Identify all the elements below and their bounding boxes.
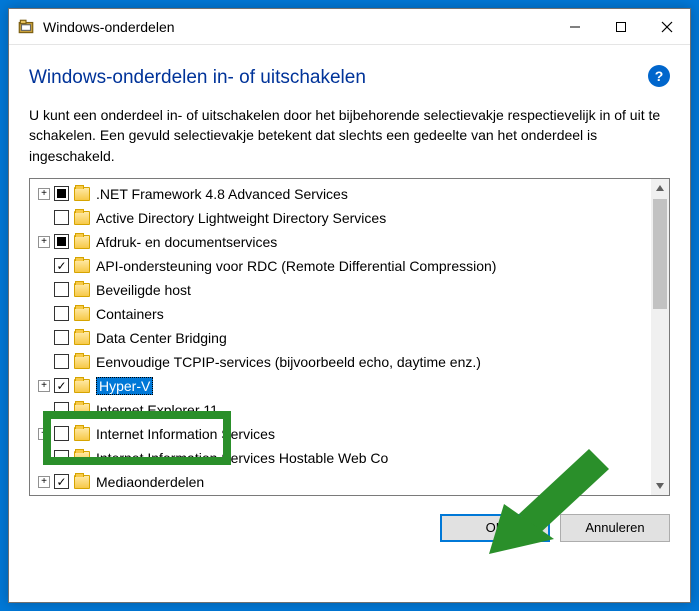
window-title: Windows-onderdelen bbox=[43, 19, 552, 35]
feature-row[interactable]: + Internet Information Services bbox=[30, 422, 651, 446]
feature-label: Internet Information Services bbox=[96, 426, 275, 442]
folder-icon bbox=[74, 355, 90, 369]
expand-spacer bbox=[38, 452, 50, 464]
scrollbar-thumb[interactable] bbox=[653, 199, 667, 309]
feature-label: Mediaonderdelen bbox=[96, 474, 204, 490]
folder-icon bbox=[74, 307, 90, 321]
feature-checkbox[interactable] bbox=[54, 306, 69, 321]
feature-label: Internet Explorer 11 bbox=[96, 402, 218, 418]
scroll-up-button[interactable] bbox=[651, 179, 669, 197]
expand-toggle[interactable]: + bbox=[38, 476, 50, 488]
feature-row[interactable]: + Hyper-V bbox=[30, 374, 651, 398]
folder-icon bbox=[74, 283, 90, 297]
folder-icon bbox=[74, 235, 90, 249]
feature-row[interactable]: Internet Information Services Hostable W… bbox=[30, 446, 651, 470]
expand-spacer bbox=[38, 332, 50, 344]
folder-icon bbox=[74, 403, 90, 417]
feature-row[interactable]: Data Center Bridging bbox=[30, 326, 651, 350]
folder-icon bbox=[74, 331, 90, 345]
feature-checkbox[interactable] bbox=[54, 474, 69, 489]
dialog-content: ? Windows-onderdelen in- of uitschakelen… bbox=[9, 45, 690, 556]
feature-row[interactable]: Beveiligde host bbox=[30, 278, 651, 302]
expand-toggle[interactable]: + bbox=[38, 188, 50, 200]
folder-icon bbox=[74, 379, 90, 393]
feature-checkbox[interactable] bbox=[54, 234, 69, 249]
app-icon bbox=[17, 18, 35, 36]
expand-toggle[interactable]: + bbox=[38, 236, 50, 248]
feature-row[interactable]: Internet Explorer 11 bbox=[30, 398, 651, 422]
close-button[interactable] bbox=[644, 9, 690, 44]
feature-label: Active Directory Lightweight Directory S… bbox=[96, 210, 386, 226]
features-listbox: + .NET Framework 4.8 Advanced Services Act… bbox=[29, 178, 670, 496]
features-tree[interactable]: + .NET Framework 4.8 Advanced Services Act… bbox=[30, 179, 651, 495]
folder-icon bbox=[74, 259, 90, 273]
feature-checkbox[interactable] bbox=[54, 330, 69, 345]
maximize-button[interactable] bbox=[598, 9, 644, 44]
expand-toggle[interactable]: + bbox=[38, 380, 50, 392]
ok-button[interactable]: OK bbox=[440, 514, 550, 542]
feature-checkbox[interactable] bbox=[54, 258, 69, 273]
feature-checkbox[interactable] bbox=[54, 354, 69, 369]
feature-row[interactable]: API-ondersteuning voor RDC (Remote Diffe… bbox=[30, 254, 651, 278]
feature-label: Hyper-V bbox=[96, 377, 153, 395]
folder-icon bbox=[74, 427, 90, 441]
feature-label: Data Center Bridging bbox=[96, 330, 227, 346]
folder-icon bbox=[74, 187, 90, 201]
expand-toggle[interactable]: + bbox=[38, 428, 50, 440]
feature-label: Containers bbox=[96, 306, 164, 322]
feature-label: Internet Information Services Hostable W… bbox=[96, 450, 388, 466]
expand-spacer bbox=[38, 404, 50, 416]
feature-checkbox[interactable] bbox=[54, 210, 69, 225]
scroll-down-button[interactable] bbox=[651, 477, 669, 495]
page-heading: Windows-onderdelen in- of uitschakelen bbox=[29, 67, 670, 89]
cancel-button[interactable]: Annuleren bbox=[560, 514, 670, 542]
expand-spacer bbox=[38, 260, 50, 272]
title-bar[interactable]: Windows-onderdelen bbox=[9, 9, 690, 45]
folder-icon bbox=[74, 475, 90, 489]
feature-label: Eenvoudige TCPIP-services (bijvoorbeeld … bbox=[96, 354, 481, 370]
feature-checkbox[interactable] bbox=[54, 378, 69, 393]
dialog-window: Windows-onderdelen ? Windows-onderdelen … bbox=[8, 8, 691, 603]
expand-spacer bbox=[38, 356, 50, 368]
expand-spacer bbox=[38, 284, 50, 296]
window-controls bbox=[552, 9, 690, 44]
feature-row[interactable]: + Mediaonderdelen bbox=[30, 470, 651, 494]
expand-spacer bbox=[38, 212, 50, 224]
feature-row[interactable]: Containers bbox=[30, 302, 651, 326]
feature-checkbox[interactable] bbox=[54, 186, 69, 201]
feature-row[interactable]: + Afdruk- en documentservices bbox=[30, 230, 651, 254]
feature-label: Beveiligde host bbox=[96, 282, 191, 298]
feature-label: API-ondersteuning voor RDC (Remote Diffe… bbox=[96, 258, 496, 274]
expand-spacer bbox=[38, 308, 50, 320]
feature-row[interactable]: Eenvoudige TCPIP-services (bijvoorbeeld … bbox=[30, 350, 651, 374]
feature-checkbox[interactable] bbox=[54, 282, 69, 297]
feature-checkbox[interactable] bbox=[54, 402, 69, 417]
help-icon[interactable]: ? bbox=[648, 65, 670, 87]
feature-label: .NET Framework 4.8 Advanced Services bbox=[96, 186, 348, 202]
folder-icon bbox=[74, 451, 90, 465]
dialog-buttons: OK Annuleren bbox=[29, 514, 670, 542]
feature-row[interactable]: Active Directory Lightweight Directory S… bbox=[30, 206, 651, 230]
minimize-button[interactable] bbox=[552, 9, 598, 44]
vertical-scrollbar[interactable] bbox=[651, 179, 669, 495]
feature-checkbox[interactable] bbox=[54, 426, 69, 441]
folder-icon bbox=[74, 211, 90, 225]
feature-row[interactable]: + .NET Framework 4.8 Advanced Services bbox=[30, 182, 651, 206]
feature-checkbox[interactable] bbox=[54, 450, 69, 465]
feature-label: Afdruk- en documentservices bbox=[96, 234, 277, 250]
page-description: U kunt een onderdeel in- of uitschakelen… bbox=[29, 105, 670, 166]
